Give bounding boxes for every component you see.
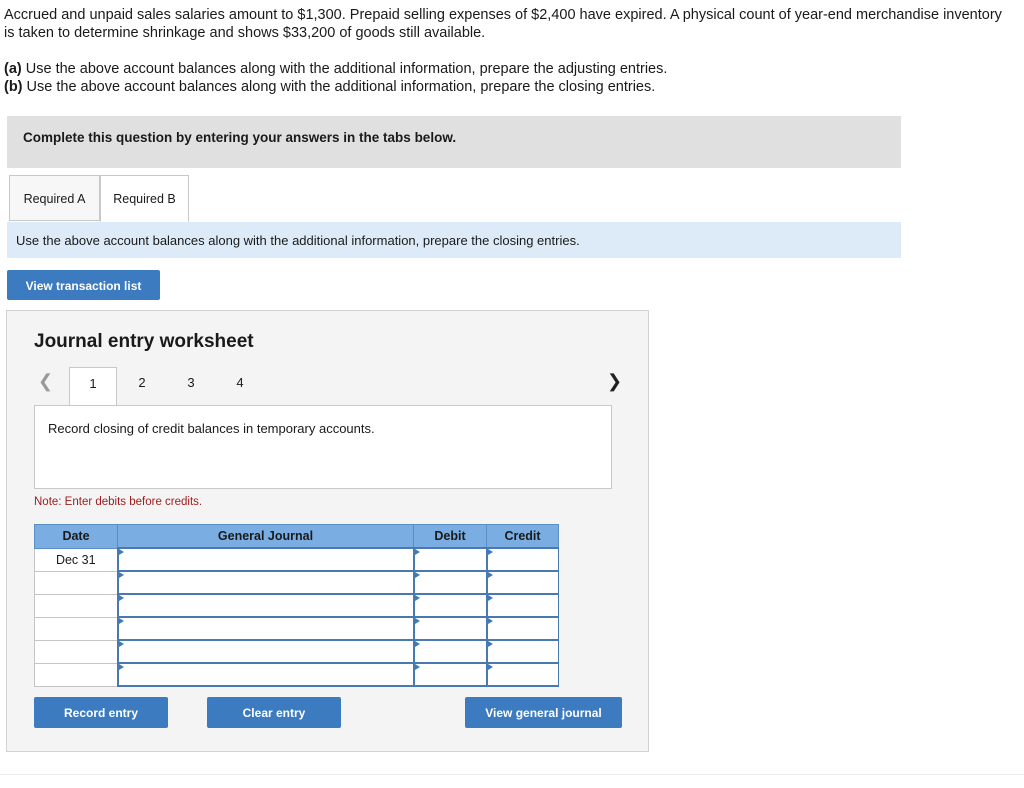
problem-intro: Accrued and unpaid sales salaries amount… [4, 6, 1014, 42]
debit-input[interactable] [412, 570, 487, 595]
view-general-journal-button[interactable]: View general journal [465, 697, 622, 728]
tab-instruction: Use the above account balances along wit… [7, 222, 901, 258]
account-input[interactable] [116, 593, 414, 618]
page-tab-4[interactable]: 4 [216, 367, 264, 405]
account-input[interactable] [116, 547, 414, 572]
credit-input[interactable] [485, 639, 559, 664]
record-entry-button[interactable]: Record entry [34, 697, 168, 728]
table-row [34, 570, 559, 595]
debit-input[interactable] [412, 616, 487, 641]
part-a-label: (a) [4, 61, 22, 77]
header-debit: Debit [413, 524, 487, 549]
clear-entry-button[interactable]: Clear entry [207, 697, 341, 728]
date-cell [34, 662, 118, 687]
account-input[interactable] [116, 570, 414, 595]
entry-description: Record closing of credit balances in tem… [34, 405, 612, 489]
table-row [34, 593, 559, 618]
part-b-label: (b) [4, 79, 23, 95]
account-input[interactable] [116, 662, 414, 687]
chevron-left-icon[interactable]: ❮ [38, 371, 53, 392]
table-row: Dec 31 [34, 547, 559, 572]
journal-entry-worksheet: Journal entry worksheet ❮ 1 2 3 4 ❯ Reco… [6, 310, 649, 752]
date-cell [34, 570, 118, 595]
debit-input[interactable] [412, 662, 487, 687]
worksheet-title: Journal entry worksheet [34, 331, 254, 352]
credit-input[interactable] [485, 570, 559, 595]
part-a-text: Use the above account balances along wit… [21, 61, 668, 77]
page-tab-3[interactable]: 3 [167, 367, 215, 405]
date-cell [34, 639, 118, 664]
debit-input[interactable] [412, 639, 487, 664]
header-general-journal: General Journal [117, 524, 414, 549]
table-row [34, 616, 559, 641]
debit-input[interactable] [412, 593, 487, 618]
problem-parts: (a) Use the above account balances along… [4, 60, 667, 96]
account-input[interactable] [116, 616, 414, 641]
credit-input[interactable] [485, 547, 559, 572]
divider [0, 774, 1024, 775]
page-tab-2[interactable]: 2 [118, 367, 166, 405]
page-tab-1[interactable]: 1 [69, 367, 117, 407]
credit-input[interactable] [485, 593, 559, 618]
credit-input[interactable] [485, 662, 559, 687]
header-date: Date [34, 524, 118, 549]
table-row [34, 662, 559, 687]
date-cell: Dec 31 [34, 547, 118, 572]
journal-header-row: Date General Journal Debit Credit [34, 524, 559, 549]
account-input[interactable] [116, 639, 414, 664]
date-cell [34, 616, 118, 641]
view-transaction-list-button[interactable]: View transaction list [7, 270, 160, 300]
journal-table: Date General Journal Debit Credit Dec 31 [34, 524, 559, 687]
instructions-banner: Complete this question by entering your … [7, 116, 901, 168]
table-row [34, 639, 559, 664]
part-b: (b) Use the above account balances along… [4, 78, 667, 96]
part-b-text: Use the above account balances along wit… [22, 79, 656, 95]
tab-required-a[interactable]: Required A [9, 175, 100, 221]
entry-note: Note: Enter debits before credits. [34, 496, 203, 508]
problem-text: Accrued and unpaid sales salaries amount… [4, 7, 1002, 41]
credit-input[interactable] [485, 616, 559, 641]
date-cell [34, 593, 118, 618]
debit-input[interactable] [412, 547, 487, 572]
tab-required-b[interactable]: Required B [100, 175, 189, 222]
part-a: (a) Use the above account balances along… [4, 60, 667, 78]
chevron-right-icon[interactable]: ❯ [607, 371, 622, 392]
header-credit: Credit [486, 524, 559, 549]
tab-bar: Required A Required B [7, 175, 901, 223]
